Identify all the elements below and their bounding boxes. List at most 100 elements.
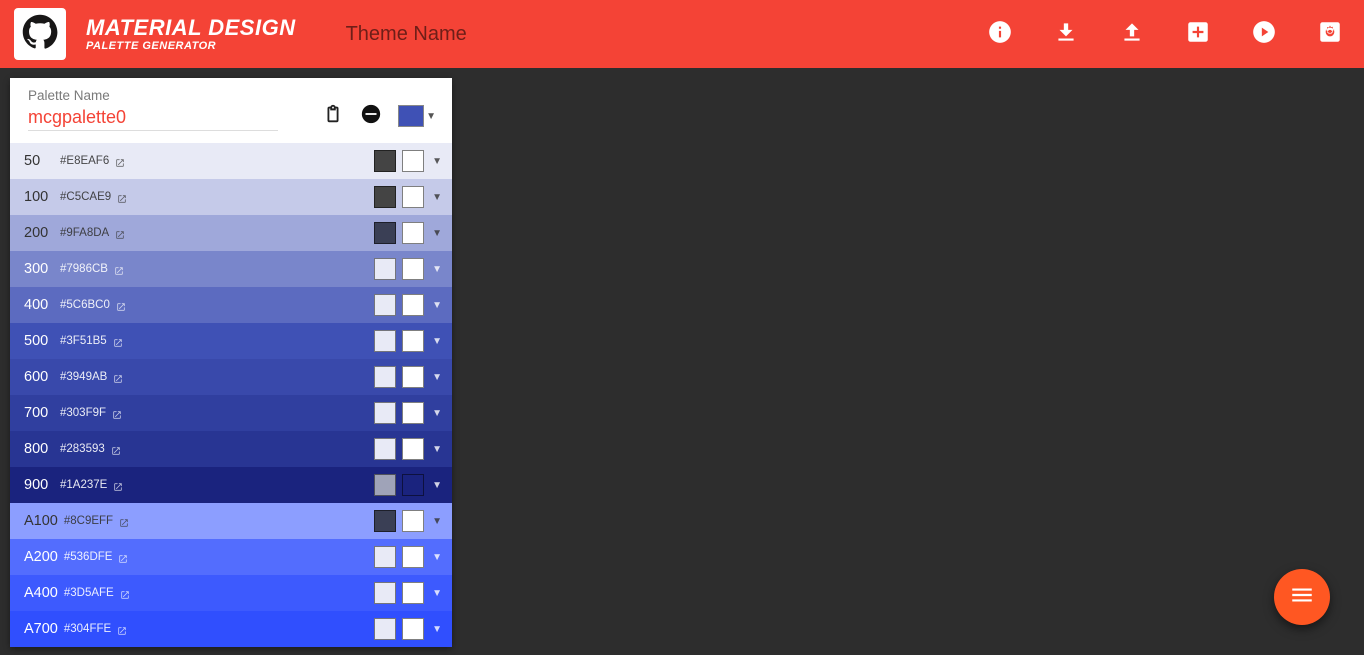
bg-color-swatch[interactable]: [402, 258, 424, 280]
hex-label: #536DFE: [64, 551, 113, 563]
open-link-icon[interactable]: [117, 624, 127, 634]
text-color-swatch[interactable]: [374, 474, 396, 496]
row-tools: ▼: [374, 582, 444, 604]
text-color-swatch[interactable]: [374, 510, 396, 532]
download-button[interactable]: [1052, 20, 1080, 48]
shade-label: 800: [24, 441, 54, 457]
palette-row: 100#C5CAE9▼: [10, 179, 452, 215]
bg-color-swatch[interactable]: [402, 474, 424, 496]
palette-header: Palette Name ▼: [10, 78, 452, 143]
add-icon: [1185, 19, 1211, 50]
row-tools: ▼: [374, 222, 444, 244]
palette-name-input[interactable]: [28, 105, 278, 131]
hex-label: #8C9EFF: [64, 515, 113, 527]
palette-row: 700 #303F9F ▼: [10, 395, 452, 431]
row-tools: ▼: [374, 366, 444, 388]
open-link-icon[interactable]: [112, 408, 122, 418]
open-link-icon[interactable]: [114, 264, 124, 274]
text-color-swatch[interactable]: [374, 402, 396, 424]
text-color-swatch[interactable]: [374, 330, 396, 352]
github-link[interactable]: [14, 8, 66, 60]
bg-color-swatch[interactable]: [402, 186, 424, 208]
demo-button[interactable]: [1250, 20, 1278, 48]
hex-label: #9FA8DA: [60, 227, 109, 239]
palette-row: 800#283593▼: [10, 431, 452, 467]
palette-row: A700#304FFE▼: [10, 611, 452, 647]
row-tools: ▼: [374, 438, 444, 460]
text-color-swatch[interactable]: [374, 546, 396, 568]
open-link-icon[interactable]: [117, 192, 127, 202]
hex-label: #C5CAE9: [60, 191, 111, 203]
bg-color-swatch[interactable]: [402, 618, 424, 640]
menu-icon: [1289, 582, 1315, 613]
row-menu-button[interactable]: ▼: [430, 192, 444, 203]
row-menu-button[interactable]: ▼: [430, 624, 444, 635]
upload-button[interactable]: [1118, 20, 1146, 48]
bg-color-swatch[interactable]: [402, 582, 424, 604]
bg-color-swatch[interactable]: [402, 402, 424, 424]
info-button[interactable]: [986, 20, 1014, 48]
info-icon: [987, 19, 1013, 50]
row-menu-button[interactable]: ▼: [430, 516, 444, 527]
palette-row: 600#3949AB▼: [10, 359, 452, 395]
bg-color-swatch[interactable]: [402, 438, 424, 460]
palette-row: 500#3F51B5▼: [10, 323, 452, 359]
open-link-icon[interactable]: [115, 228, 125, 238]
open-link-icon[interactable]: [115, 156, 125, 166]
row-menu-button[interactable]: ▼: [430, 300, 444, 311]
fab-menu-button[interactable]: [1274, 569, 1330, 625]
text-color-swatch[interactable]: [374, 150, 396, 172]
shade-label: 700: [24, 405, 54, 421]
brand-title: MATERIAL DESIGN: [86, 17, 296, 39]
palette-row: 50#E8EAF6▼: [10, 143, 452, 179]
row-menu-button[interactable]: ▼: [430, 480, 444, 491]
hex-label: #1A237E: [60, 479, 107, 491]
row-menu-button[interactable]: ▼: [430, 228, 444, 239]
bg-color-swatch[interactable]: [402, 546, 424, 568]
bg-color-swatch[interactable]: [402, 150, 424, 172]
text-color-swatch[interactable]: [374, 618, 396, 640]
add-palette-button[interactable]: [1184, 20, 1212, 48]
row-menu-button[interactable]: ▼: [430, 336, 444, 347]
row-menu-button[interactable]: ▼: [430, 444, 444, 455]
bg-color-swatch[interactable]: [402, 330, 424, 352]
open-link-icon[interactable]: [116, 300, 126, 310]
text-color-swatch[interactable]: [374, 186, 396, 208]
bg-color-swatch[interactable]: [402, 510, 424, 532]
open-link-icon[interactable]: [111, 444, 121, 454]
text-color-swatch[interactable]: [374, 582, 396, 604]
text-color-swatch[interactable]: [374, 366, 396, 388]
row-menu-button[interactable]: ▼: [430, 408, 444, 419]
row-tools: ▼: [374, 186, 444, 208]
bg-color-swatch[interactable]: [402, 222, 424, 244]
remove-palette-button[interactable]: [360, 105, 382, 127]
palette-name-label: Palette Name: [28, 88, 278, 103]
base-color-picker[interactable]: ▼: [398, 105, 436, 127]
copy-palette-button[interactable]: [322, 105, 344, 127]
app-header: MATERIAL DESIGN PALETTE GENERATOR: [0, 0, 1364, 68]
open-link-icon[interactable]: [119, 516, 129, 526]
bg-color-swatch[interactable]: [402, 366, 424, 388]
row-menu-button[interactable]: ▼: [430, 264, 444, 275]
shade-label: A100: [24, 513, 58, 529]
remove-icon: [360, 103, 382, 130]
hex-label: #7986CB: [60, 263, 108, 275]
bg-color-swatch[interactable]: [402, 294, 424, 316]
text-color-swatch[interactable]: [374, 222, 396, 244]
row-menu-button[interactable]: ▼: [430, 552, 444, 563]
row-menu-button[interactable]: ▼: [430, 156, 444, 167]
open-link-icon[interactable]: [113, 480, 123, 490]
row-menu-button[interactable]: ▼: [430, 588, 444, 599]
text-color-swatch[interactable]: [374, 294, 396, 316]
open-link-icon[interactable]: [118, 552, 128, 562]
text-color-swatch[interactable]: [374, 438, 396, 460]
hex-label: #303F9F: [60, 407, 106, 419]
theme-name-input[interactable]: [346, 23, 746, 46]
open-link-icon[interactable]: [120, 588, 130, 598]
text-color-swatch[interactable]: [374, 258, 396, 280]
open-link-icon[interactable]: [113, 372, 123, 382]
row-menu-button[interactable]: ▼: [430, 372, 444, 383]
palette-row: 300#7986CB▼: [10, 251, 452, 287]
settings-button[interactable]: [1316, 20, 1344, 48]
open-link-icon[interactable]: [113, 336, 123, 346]
